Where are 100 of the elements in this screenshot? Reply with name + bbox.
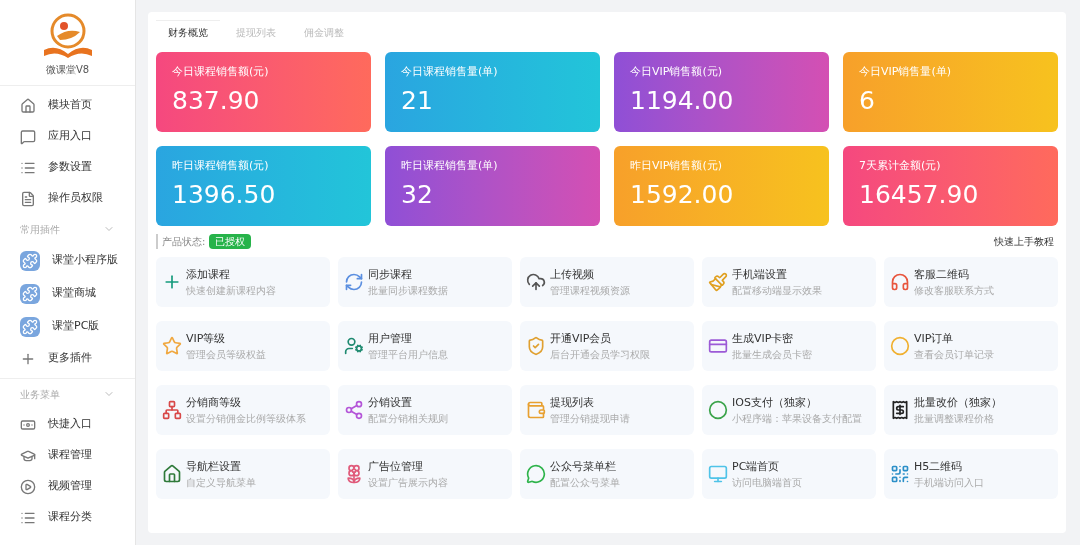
sidebar-item[interactable]: 参数设置 <box>0 152 135 183</box>
shortcut-description: 快速创建新课程内容 <box>186 283 276 297</box>
share-icon <box>344 400 364 420</box>
shortcut-title: 提现列表 <box>550 395 595 412</box>
sidebar-item[interactable]: 课程管理 <box>0 440 135 471</box>
shortcut-title: 分销设置 <box>368 395 413 412</box>
shortcut-title: 批量改价（独家） <box>914 395 1002 412</box>
stat-label: 今日VIP销售额(元) <box>630 64 723 80</box>
shortcut-card[interactable]: 开通VIP会员 后台开通会员学习权限 <box>520 321 694 371</box>
sidebar-item[interactable]: 模块首页 <box>0 90 135 121</box>
shortcut-card[interactable]: 导航栏设置 自定义导航菜单 <box>156 449 330 499</box>
shortcut-description: 管理会员等级权益 <box>186 347 266 361</box>
shortcut-description: 修改客服联系方式 <box>914 283 994 297</box>
shortcut-card[interactable]: 分销设置 配置分销相关规则 <box>338 385 512 435</box>
sidebar-item[interactable]: 操作员权限 <box>0 183 135 214</box>
shield-icon <box>526 336 546 356</box>
stat-value: 837.90 <box>172 84 261 116</box>
tutorial-link[interactable]: 快速上手教程 <box>994 234 1054 249</box>
shortcut-description: 管理平台用户信息 <box>368 347 448 361</box>
shortcut-card[interactable]: PC端首页 访问电脑端首页 <box>702 449 876 499</box>
shortcut-description: 小程序端：苹果设备支付配置 <box>732 411 862 425</box>
shortcut-title: VIP订单 <box>914 331 955 348</box>
circle-icon <box>708 400 728 420</box>
shortcut-card[interactable]: 批量改价（独家） 批量调整课程价格 <box>884 385 1058 435</box>
shortcut-title: 分销商等级 <box>186 395 242 412</box>
shortcut-title: 生成VIP卡密 <box>732 331 795 348</box>
shortcut-description: 手机端访问入口 <box>914 475 984 489</box>
shortcut-title: 同步课程 <box>368 267 413 284</box>
stat-value: 1194.00 <box>630 84 735 116</box>
sidebar-item[interactable]: 视频管理 <box>0 471 135 502</box>
shortcut-title: 广告位管理 <box>368 459 424 476</box>
chat-icon <box>526 464 546 484</box>
shortcut-card[interactable]: 手机端设置 配置移动端显示效果 <box>702 257 876 307</box>
section-heading: 常用插件 <box>20 222 60 237</box>
house-icon <box>162 464 182 484</box>
stat-label: 今日VIP销售量(单) <box>859 64 952 80</box>
shortcut-title: 客服二维码 <box>914 267 970 284</box>
shortcut-card[interactable]: IOS支付（独家） 小程序端：苹果设备支付配置 <box>702 385 876 435</box>
shortcut-title: 用户管理 <box>368 331 413 348</box>
sidebar-item[interactable]: 应用入口 <box>0 121 135 152</box>
shortcut-description: 自定义导航菜单 <box>186 475 256 489</box>
sidebar-item[interactable]: 课堂小程序版 <box>0 244 135 277</box>
shortcut-card[interactable]: 分销商等级 设置分销佣金比例等级体系 <box>156 385 330 435</box>
shortcut-title: H5二维码 <box>914 459 964 476</box>
shortcut-title: VIP等级 <box>186 331 227 348</box>
shortcut-description: 批量调整课程价格 <box>914 411 995 425</box>
shortcut-card[interactable]: VIP等级 管理会员等级权益 <box>156 321 330 371</box>
shortcut-card[interactable]: VIP订单 查看会员订单记录 <box>884 321 1058 371</box>
plugin-icon <box>20 250 40 271</box>
wallet-icon <box>526 400 546 420</box>
sidebar-item[interactable]: 更多插件 <box>0 343 135 374</box>
shortcut-card[interactable]: H5二维码 手机端访问入口 <box>884 449 1058 499</box>
sidebar-item[interactable]: 课堂商城 <box>0 277 135 310</box>
stat-label: 7天累计金额(元) <box>859 158 942 174</box>
sidebar-item[interactable]: 课堂PC版 <box>0 310 135 343</box>
sync-icon <box>344 272 364 292</box>
shortcut-title: 上传视频 <box>550 267 595 284</box>
card-icon <box>708 336 728 356</box>
shortcut-card[interactable]: 生成VIP卡密 批量生成会员卡密 <box>702 321 876 371</box>
shortcut-card[interactable]: 客服二维码 修改客服联系方式 <box>884 257 1058 307</box>
shortcut-description: 批量生成会员卡密 <box>732 347 812 361</box>
shortcut-title: 导航栏设置 <box>186 459 242 476</box>
app-name: 微课堂V8 <box>45 63 90 77</box>
plugin-icon <box>20 316 40 337</box>
shortcut-description: 管理课程视频资源 <box>550 283 630 297</box>
shortcut-description: 配置公众号菜单 <box>550 475 620 489</box>
stat-label: 今日课程销售量(单) <box>401 64 499 80</box>
shortcut-description: 查看会员订单记录 <box>914 347 994 361</box>
shortcut-title: 公众号菜单栏 <box>550 459 617 476</box>
receipt-icon <box>890 400 910 420</box>
stat-label: 昨日VIP销售额(元) <box>630 158 723 174</box>
stat-value: 6 <box>859 84 876 116</box>
monitor-icon <box>708 464 728 484</box>
sidebar-item[interactable]: 课程分类 <box>0 502 135 533</box>
status-badge: 已授权 <box>209 234 252 249</box>
shortcut-card[interactable]: 同步课程 批量同步课程数据 <box>338 257 512 307</box>
document-icon <box>20 190 36 207</box>
shortcut-title: 手机端设置 <box>732 267 788 284</box>
play-icon <box>20 478 36 495</box>
star-icon <box>162 336 182 356</box>
stat-value: 16457.90 <box>859 178 980 210</box>
shortcut-card[interactable]: 上传视频 管理课程视频资源 <box>520 257 694 307</box>
shortcut-title: PC端首页 <box>732 459 781 476</box>
flower-icon <box>344 464 364 484</box>
shortcut-description: 批量同步课程数据 <box>368 283 448 297</box>
stat-value: 32 <box>401 178 434 210</box>
shortcut-description: 设置广告展示内容 <box>368 475 448 489</box>
shortcut-description: 设置分销佣金比例等级体系 <box>186 411 306 425</box>
home-icon <box>20 97 36 114</box>
shortcut-title: 开通VIP会员 <box>550 331 613 348</box>
shortcut-description: 后台开通会员学习权限 <box>550 347 650 361</box>
shortcut-card[interactable]: 添加课程 快速创建新课程内容 <box>156 257 330 307</box>
shortcut-title: 添加课程 <box>186 267 231 284</box>
shortcut-card[interactable]: 广告位管理 设置广告展示内容 <box>338 449 512 499</box>
shortcut-card[interactable]: 公众号菜单栏 配置公众号菜单 <box>520 449 694 499</box>
shortcut-description: 配置分销相关规则 <box>368 411 448 425</box>
section-heading: 业务菜单 <box>20 387 60 402</box>
sidebar-item[interactable]: 快捷入口 <box>0 409 135 440</box>
shortcut-card[interactable]: 用户管理 管理平台用户信息 <box>338 321 512 371</box>
shortcut-card[interactable]: 提现列表 管理分销提现申请 <box>520 385 694 435</box>
